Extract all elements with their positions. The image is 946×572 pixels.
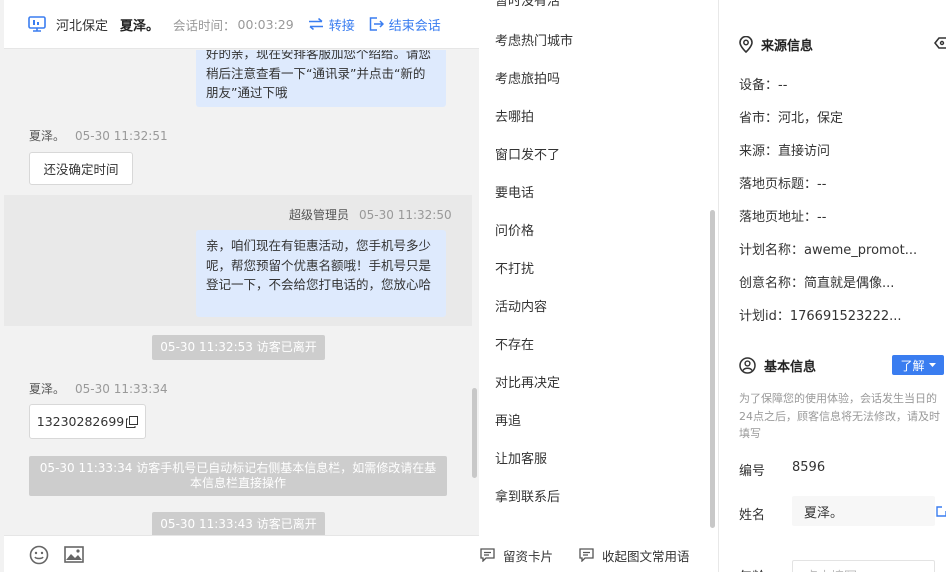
quick-phrase-item[interactable]: 考虑旅拍吗 [495,68,560,87]
collapse-phrases-label: 收起图文常用语 [602,548,690,564]
quick-phrase-item[interactable]: 拿到联系后 [495,486,560,505]
source-info-title: 来源信息 [739,35,813,54]
chat-toolbar [4,535,479,572]
phrase-footer: 留资卡片 收起图文常用语 [479,538,718,572]
transfer-button[interactable]: 转接 [308,15,355,34]
visitor-phone-bubble[interactable]: 13230282699 [29,404,146,439]
info-province-city: 省市：河北，保定 [739,111,844,126]
info-landing-title: 落地页标题：-- [739,177,827,192]
message-icon [579,548,594,562]
quick-phrase-item[interactable]: 暂时没有活 [495,0,560,9]
understand-dropdown[interactable]: 了解 [892,355,944,375]
quick-phrase-item[interactable]: 窗口发不了 [495,144,560,163]
info-landing-url: 落地页地址：-- [739,210,827,225]
info-creative-name: 创意名称：简直就是偶像... [739,276,895,291]
session-time-value: 00:03:29 [237,16,294,32]
message-time: 05-30 11:33:34 [75,382,168,396]
end-session-button[interactable]: 结束会话 [369,15,441,34]
quick-phrase-panel: 暂时没有活 考虑热门城市 考虑旅拍吗 去哪拍 窗口发不了 要电话 问价格 不打扰… [479,0,719,572]
quick-phrase-item[interactable]: 对比再决定 [495,372,560,391]
location-pin-icon [739,36,753,53]
agent-message-bubble: 好的亲，现在安排客服加您个绍给。请您稍后注意查看一下“通讯录”并点击“新的朋友”… [196,50,446,107]
info-plan-id: 计划id：176691523222... [739,309,902,324]
id-value: 8596 [792,460,826,475]
sender-name: 夏泽。 [29,382,66,396]
visitor-message-meta: 夏泽。 05-30 11:33:34 [29,380,168,397]
session-time-label: 会话时间： [173,17,236,33]
transfer-label: 转接 [328,18,355,34]
info-source: 来源：直接访问 [739,144,831,159]
customer-info-panel: 来源信息 设备：-- 省市：河北，保定 来源：直接访问 落地页标题：-- 落地页… [720,0,946,572]
card-icon [480,548,495,562]
transfer-icon [308,18,323,30]
collapse-phrases-button[interactable]: 收起图文常用语 [579,546,690,565]
copy-icon[interactable] [126,415,139,428]
user-circle-icon [739,357,756,374]
quick-phrase-item[interactable]: 去哪拍 [495,106,534,125]
name-field[interactable]: 夏泽。 [792,496,935,526]
chat-panel: 河北保定 夏泽。 会话时间： 00:03:29 转接 结束会话 好的亲，现在安排… [0,0,479,572]
edit-notice: 为了保障您的使用体验，会话发生当日的24点之后，顾客信息将无法修改，请及时填写 [739,392,940,440]
lead-card-label: 留资卡片 [503,548,554,564]
chat-scrollbar[interactable] [472,388,477,478]
quick-phrase-item[interactable]: 让加客服 [495,448,547,467]
emoji-icon[interactable] [29,545,49,565]
quick-phrase-item[interactable]: 考虑热门城市 [495,30,573,49]
agent-message-bubble: 亲，咱们现在有钜惠活动，您手机号多少呢，帮您预留个优惠名额哦！手机号只是登记一下… [196,230,446,317]
visitor-message-meta: 夏泽。 05-30 11:32:51 [29,127,168,144]
quick-phrase-item[interactable]: 不打扰 [495,258,534,277]
age-field[interactable]: 点击填写 [792,560,935,572]
visitor-name: 夏泽。 [120,18,160,34]
tag-icon[interactable] [934,36,946,50]
chat-header: 河北保定 夏泽。 会话时间： 00:03:29 转接 结束会话 [4,0,479,49]
message-list[interactable]: 好的亲，现在安排客服加您个绍给。请您稍后注意查看一下“通讯录”并点击“新的朋友”… [4,50,472,535]
quick-phrase-item[interactable]: 不存在 [495,334,534,353]
age-label: 年龄 [739,566,765,572]
message-time: 05-30 11:32:50 [359,208,452,222]
message-time: 05-30 11:32:51 [75,129,168,143]
info-device: 设备：-- [739,78,788,93]
system-message: 05-30 11:32:53 访客已离开 [152,335,325,360]
quick-phrase-item[interactable]: 再追 [495,410,521,429]
image-icon[interactable] [64,546,84,563]
info-plan-name: 计划名称：aweme_promot... [739,243,918,258]
chat-workspace: 河北保定 夏泽。 会话时间： 00:03:29 转接 结束会话 好的亲，现在安排… [0,0,946,572]
caret-down-icon [928,363,936,367]
id-label: 编号 [739,464,766,479]
lead-card-button[interactable]: 留资卡片 [480,546,553,565]
agent-message-meta: 超级管理员 05-30 11:32:50 [289,206,452,223]
quick-phrase-item[interactable]: 活动内容 [495,296,547,315]
phone-number: 13230282699 [36,414,125,429]
visitor-message-bubble: 还没确定时间 [29,152,133,185]
edit-icon[interactable] [936,505,946,517]
name-label: 姓名 [739,508,766,523]
end-session-label: 结束会话 [388,18,441,34]
exit-icon [369,17,384,31]
phrase-scrollbar[interactable] [710,210,715,528]
basic-info-title: 基本信息 [739,356,816,375]
quick-phrase-item[interactable]: 问价格 [495,220,534,239]
sender-name: 超级管理员 [289,208,350,222]
sender-name: 夏泽。 [29,129,66,143]
visitor-location: 河北保定 [56,18,109,34]
quick-phrase-item[interactable]: 要电话 [495,182,534,201]
system-message: 05-30 11:33:34 访客手机号已自动标记右侧基本信息栏，如需修改请在基… [29,456,447,496]
system-message: 05-30 11:33:43 访客已离开 [152,512,325,535]
monitor-icon [28,16,46,32]
